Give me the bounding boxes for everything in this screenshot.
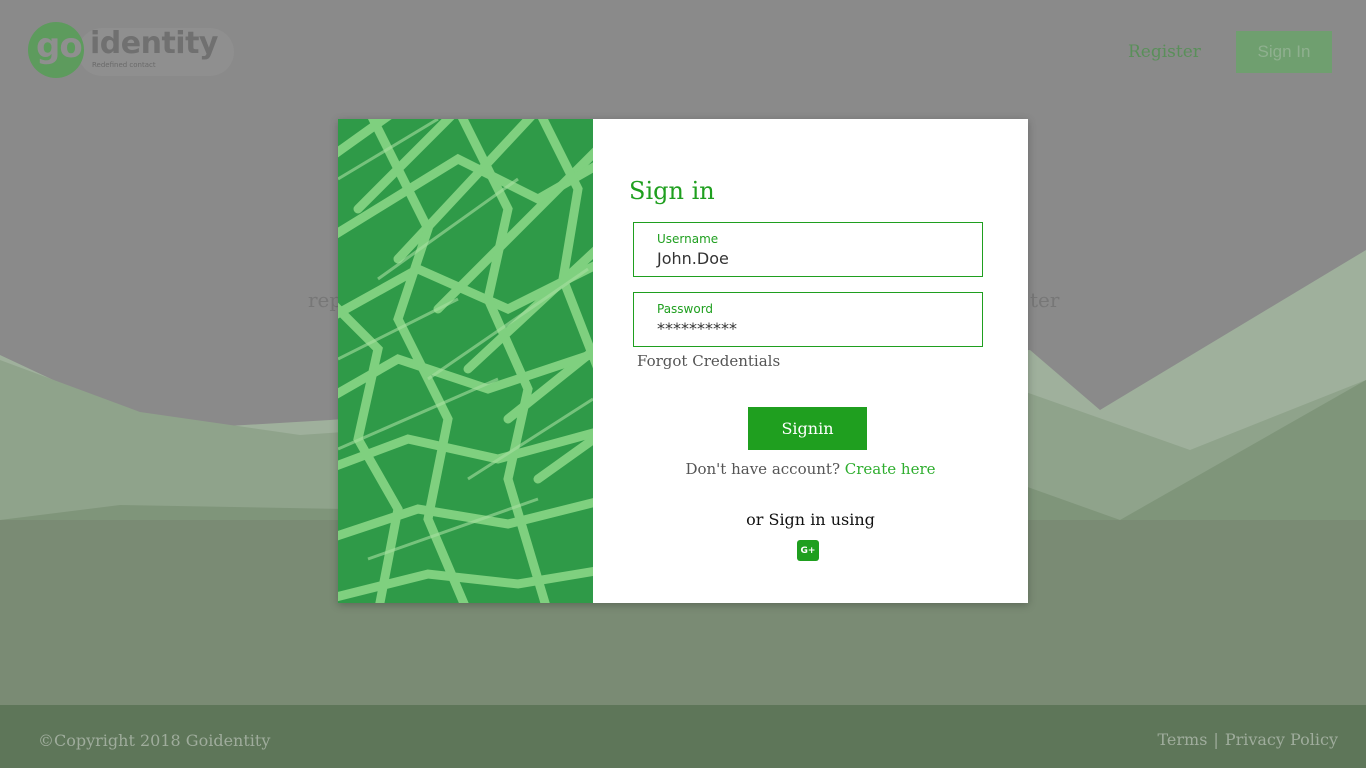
lattice-pattern	[338, 119, 593, 603]
password-label: Password	[657, 302, 714, 316]
copyright-text: ©Copyright 2018 Goidentity	[38, 731, 271, 750]
hero-text-fragment-right: ter	[1030, 288, 1060, 312]
footer: ©Copyright 2018 Goidentity Terms | Privacy…	[0, 705, 1366, 768]
privacy-policy-link[interactable]: Privacy Policy	[1225, 730, 1338, 749]
top-header: go identity Redefined contact Register S…	[0, 0, 1366, 100]
terms-link[interactable]: Terms	[1157, 730, 1207, 749]
signin-form: Sign in Username John.Doe Password *****…	[593, 119, 1028, 603]
create-account-link[interactable]: Create here	[845, 460, 936, 478]
or-signin-text: or Sign in using	[746, 510, 875, 529]
register-link[interactable]: Register	[1128, 42, 1201, 62]
logo-identity-text: identity	[90, 26, 218, 61]
header-signin-button[interactable]: Sign In	[1236, 31, 1332, 73]
password-field[interactable]: Password **********	[633, 292, 983, 347]
forgot-credentials-link[interactable]: Forgot Credentials	[637, 352, 780, 370]
username-field[interactable]: Username John.Doe	[633, 222, 983, 277]
google-plus-icon[interactable]: G+	[797, 540, 819, 561]
footer-separator: |	[1213, 730, 1219, 749]
no-account-text: Don't have account?	[685, 460, 840, 478]
signin-title: Sign in	[629, 177, 715, 205]
username-input[interactable]: John.Doe	[657, 249, 729, 268]
lattice-decorative-image	[338, 119, 593, 603]
logo-tagline: Redefined contact	[92, 61, 156, 69]
username-label: Username	[657, 232, 719, 246]
password-input[interactable]: **********	[657, 319, 737, 338]
signin-button[interactable]: Signin	[748, 407, 867, 450]
no-account-row: Don't have account? Create here	[593, 460, 1028, 478]
logo-go-text: go	[36, 26, 83, 66]
signin-modal: Sign in Username John.Doe Password *****…	[338, 119, 1028, 603]
goidentity-logo[interactable]: go identity Redefined contact	[28, 20, 234, 78]
footer-links: Terms | Privacy Policy	[1157, 730, 1338, 749]
